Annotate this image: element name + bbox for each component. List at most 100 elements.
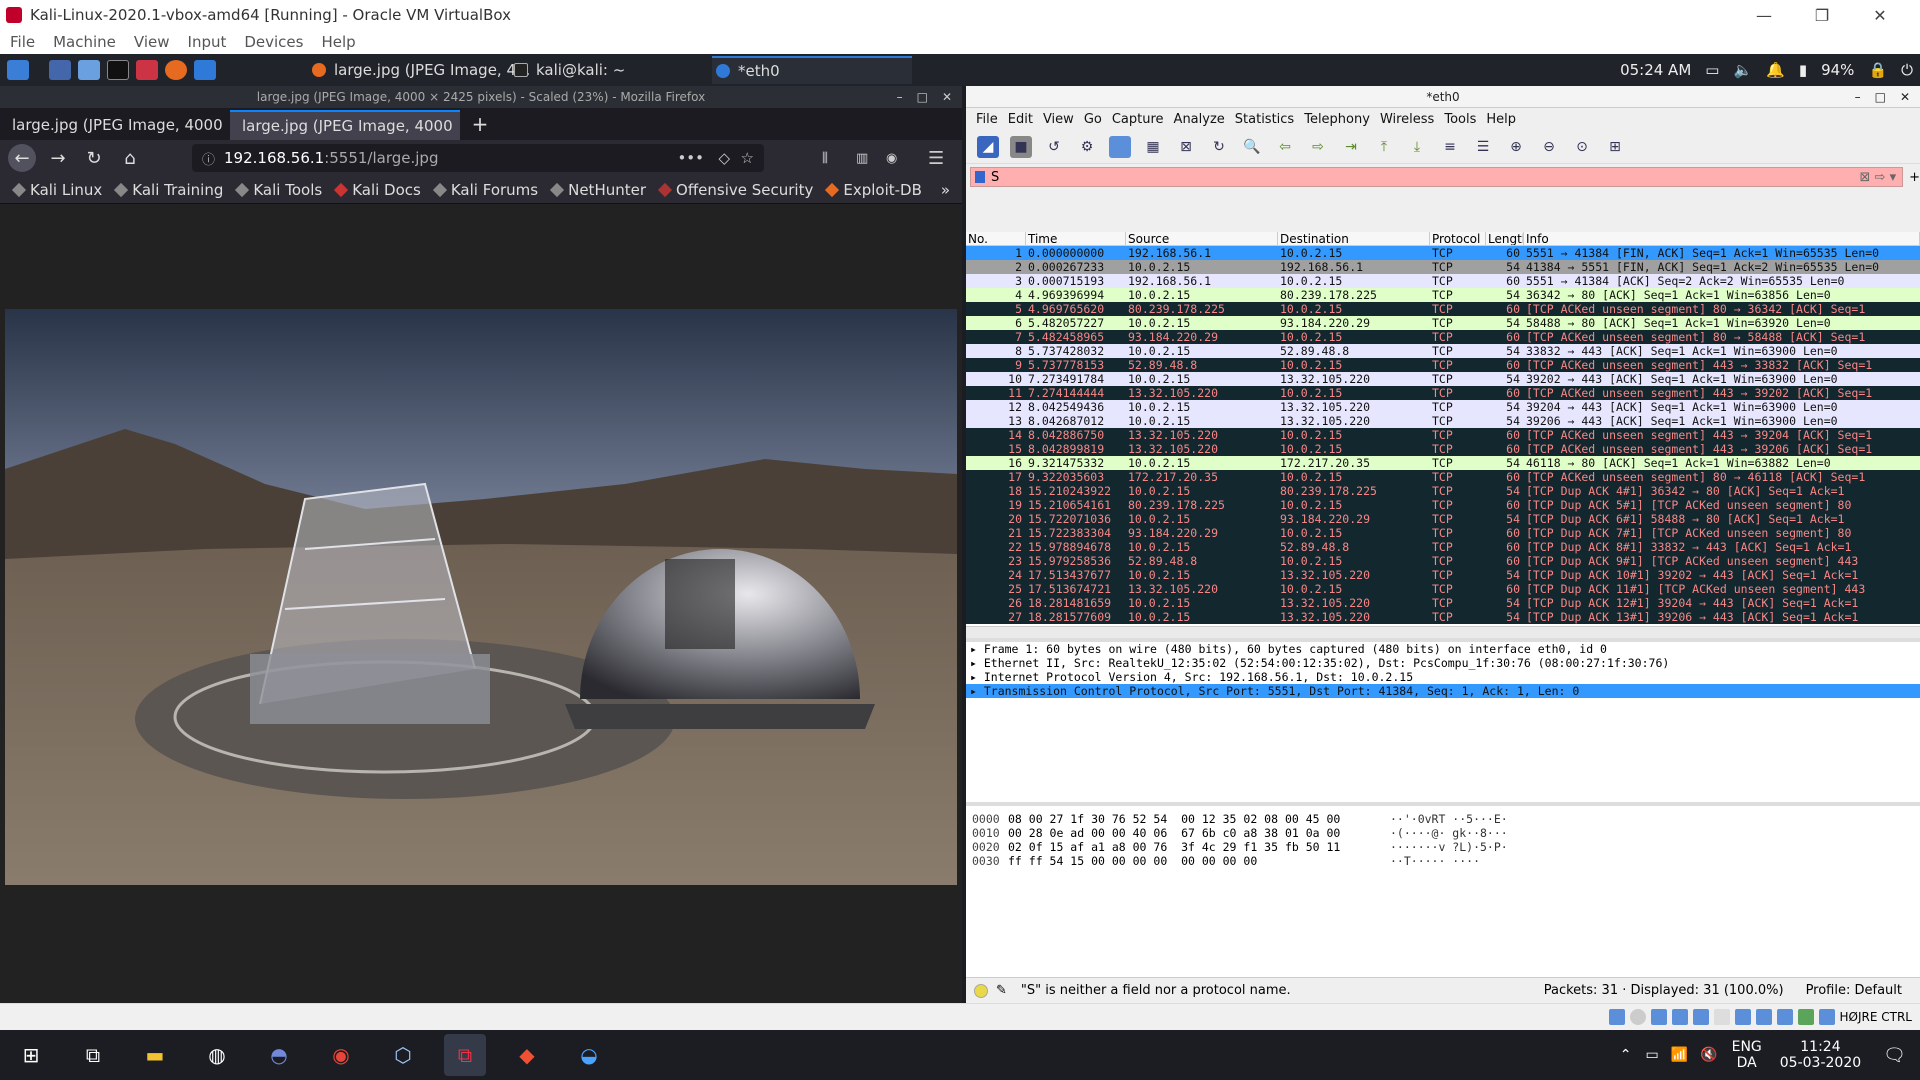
chrome-icon[interactable]: ◉ bbox=[320, 1034, 362, 1076]
file-explorer-icon[interactable]: ▬ bbox=[134, 1034, 176, 1076]
packet-row[interactable]: 12 8.042549436 10.0.2.15 13.32.105.220 TCP 54… bbox=[966, 400, 1920, 414]
menu-file[interactable]: File bbox=[10, 33, 35, 51]
tab-1[interactable]: large.jpg (JPEG Image, 4000✕ bbox=[0, 110, 230, 140]
task-view-icon[interactable]: ⧉ bbox=[72, 1034, 114, 1076]
packet-row[interactable]: 4 4.969396994 10.0.2.15 80.239.178.225 TCP 54… bbox=[966, 288, 1920, 302]
packet-row[interactable]: 1 0.000000000 192.168.56.1 10.0.2.15 TCP 60 55… bbox=[966, 246, 1920, 260]
menu-machine[interactable]: Machine bbox=[53, 33, 116, 51]
packet-row[interactable]: 22 15.978894678 10.0.2.15 52.89.48.8 TCP 60 [T… bbox=[966, 540, 1920, 554]
add-filter-button[interactable]: + bbox=[1909, 170, 1920, 185]
library-icon[interactable]: ⫼ bbox=[822, 151, 828, 166]
normal-size-icon[interactable]: ⊙ bbox=[1571, 136, 1593, 158]
ff-maximize-button[interactable]: □ bbox=[917, 86, 928, 108]
packet-row[interactable]: 8 5.737428032 10.0.2.15 52.89.48.8 TCP 54 3383… bbox=[966, 344, 1920, 358]
profile-label[interactable]: Profile: Default bbox=[1806, 983, 1902, 998]
display-icon[interactable]: ▭ bbox=[1705, 61, 1719, 79]
packet-row[interactable]: 17 9.322035603 172.217.20.35 10.0.2.15 TCP 60… bbox=[966, 470, 1920, 484]
bookmark-kali-tools[interactable]: Kali Tools bbox=[235, 181, 322, 199]
pocket-icon[interactable]: ◇ bbox=[718, 149, 730, 167]
discord-icon[interactable]: ◓ bbox=[258, 1034, 300, 1076]
kali-menu-icon[interactable] bbox=[7, 60, 29, 80]
start-capture-icon[interactable]: ◢ bbox=[977, 135, 999, 158]
tab-2-active[interactable]: large.jpg (JPEG Image, 4000✕ bbox=[230, 110, 460, 140]
bookmark-offensive-security[interactable]: Offensive Security bbox=[657, 181, 813, 199]
task-terminal[interactable]: kali@kali: ~ bbox=[514, 56, 625, 84]
packet-row[interactable]: 9 5.737778153 52.89.48.8 10.0.2.15 TCP 60 [TCP… bbox=[966, 358, 1920, 372]
ws-menu-go[interactable]: Go bbox=[1084, 112, 1102, 127]
resize-columns-icon[interactable]: ⊞ bbox=[1604, 136, 1626, 158]
bookmark-star-icon[interactable]: ☆ bbox=[741, 149, 754, 167]
restore-button[interactable]: ❐ bbox=[1793, 0, 1851, 30]
detail-ip[interactable]: ▸ Internet Protocol Version 4, Src: 192.… bbox=[966, 670, 1920, 684]
find-packet-icon[interactable]: 🔍 bbox=[1241, 136, 1263, 158]
language-indicator[interactable]: ENG DA bbox=[1732, 1039, 1762, 1071]
sidebar-icon[interactable]: ▥ bbox=[856, 151, 868, 166]
terminal-icon[interactable] bbox=[107, 60, 129, 80]
bookmark-exploit-db[interactable]: Exploit-DB bbox=[825, 181, 922, 199]
packet-row[interactable]: 10 7.273491784 10.0.2.15 13.32.105.220 TCP 54… bbox=[966, 372, 1920, 386]
open-file-icon[interactable] bbox=[1109, 135, 1131, 158]
forward-arrow-icon[interactable]: → bbox=[44, 144, 72, 172]
hamburger-menu-icon[interactable]: ☰ bbox=[928, 148, 944, 169]
packet-row[interactable]: 5 4.969765620 80.239.178.225 10.0.2.15 TCP 60… bbox=[966, 302, 1920, 316]
ws-menu-edit[interactable]: Edit bbox=[1008, 112, 1033, 127]
menu-view[interactable]: View bbox=[134, 33, 170, 51]
app-icon[interactable] bbox=[136, 60, 158, 80]
bookmark-kali-linux[interactable]: Kali Linux bbox=[11, 181, 102, 199]
app-taskbar-icon[interactable]: ◒ bbox=[568, 1034, 610, 1076]
desktop-icon[interactable] bbox=[49, 60, 71, 80]
notification-icon[interactable]: 🔔 bbox=[1766, 61, 1785, 79]
clock[interactable]: 05:24 AM bbox=[1620, 61, 1691, 79]
mouse-integration-icon[interactable] bbox=[1797, 1009, 1814, 1025]
minimize-button[interactable]: — bbox=[1735, 0, 1793, 30]
show-hidden-icons[interactable]: ⌃ bbox=[1620, 1047, 1632, 1063]
power-icon[interactable]: ⏻ bbox=[1901, 61, 1913, 79]
info-icon[interactable]: ⓘ bbox=[202, 149, 215, 168]
packet-list-scrollbar[interactable] bbox=[966, 626, 1920, 638]
ws-close-button[interactable]: ✕ bbox=[1900, 86, 1910, 108]
col-no[interactable]: No. bbox=[966, 232, 1026, 245]
optical-icon[interactable] bbox=[1629, 1009, 1646, 1025]
bookmark-kali-forums[interactable]: Kali Forums bbox=[432, 181, 538, 199]
volume-tray-icon[interactable]: 🔇 bbox=[1700, 1047, 1717, 1063]
task-firefox[interactable]: large.jpg (JPEG Image, 4... bbox=[312, 56, 530, 84]
first-packet-icon[interactable]: ⤒ bbox=[1373, 136, 1395, 158]
menu-input[interactable]: Input bbox=[188, 33, 227, 51]
packet-row[interactable]: 16 9.321475332 10.0.2.15 172.217.20.35 TCP 54… bbox=[966, 456, 1920, 470]
ws-menu-telephony[interactable]: Telephony bbox=[1304, 112, 1370, 127]
packet-row[interactable]: 25 17.513674721 13.32.105.220 10.0.2.15 TCP 6… bbox=[966, 582, 1920, 596]
bookmark-kali-docs[interactable]: Kali Docs bbox=[334, 181, 421, 199]
bytes-line[interactable]: 0000 08 00 27 1f 30 76 52 54 00 12 35 02 … bbox=[966, 812, 1920, 826]
last-packet-icon[interactable]: ⤓ bbox=[1406, 136, 1428, 158]
zoom-in-icon[interactable]: ⊕ bbox=[1505, 136, 1527, 158]
back-arrow-icon[interactable]: ← bbox=[8, 144, 36, 172]
packet-row[interactable]: 20 15.722071036 10.0.2.15 93.184.220.29 TCP 5… bbox=[966, 512, 1920, 526]
detail-tcp[interactable]: ▸ Transmission Control Protocol, Src Por… bbox=[966, 684, 1920, 698]
shared-folders-icon[interactable] bbox=[1713, 1009, 1730, 1025]
steam-icon[interactable]: ◍ bbox=[196, 1034, 238, 1076]
reload-file-icon[interactable]: ↻ bbox=[1208, 136, 1230, 158]
ws-menu-tools[interactable]: Tools bbox=[1444, 112, 1476, 127]
hdd-icon[interactable] bbox=[1608, 1009, 1625, 1025]
go-back-icon[interactable]: ⇦ bbox=[1274, 136, 1296, 158]
keyboard-icon[interactable] bbox=[1818, 1009, 1835, 1025]
vt-x-icon[interactable] bbox=[1776, 1009, 1793, 1025]
col-destination[interactable]: Destination bbox=[1278, 232, 1430, 245]
vbox-taskbar-icon[interactable]: ⧉ bbox=[444, 1034, 486, 1076]
close-button[interactable]: ✕ bbox=[1851, 0, 1909, 30]
battery-icon[interactable]: ▮ bbox=[1799, 61, 1807, 79]
taskbar-clock[interactable]: 11:24 05-03-2020 bbox=[1780, 1039, 1861, 1071]
packet-row[interactable]: 15 8.042899819 13.32.105.220 10.0.2.15 TCP 60… bbox=[966, 442, 1920, 456]
menu-help[interactable]: Help bbox=[321, 33, 355, 51]
ws-menu-view[interactable]: View bbox=[1043, 112, 1074, 127]
go-to-packet-icon[interactable]: ⇥ bbox=[1340, 136, 1362, 158]
ws-minimize-button[interactable]: – bbox=[1855, 86, 1861, 108]
detail-ethernet[interactable]: ▸ Ethernet II, Src: RealtekU_12:35:02 (5… bbox=[966, 656, 1920, 670]
bytes-line[interactable]: 0030 ff ff 54 15 00 00 00 00 00 00 00 00 ·… bbox=[966, 854, 1920, 868]
windows-start-icon[interactable]: ⊞ bbox=[10, 1034, 52, 1076]
usb-icon[interactable] bbox=[1692, 1009, 1709, 1025]
packet-row[interactable]: 27 18.281577609 10.0.2.15 13.32.105.220 TCP 5… bbox=[966, 610, 1920, 624]
restart-capture-icon[interactable]: ↺ bbox=[1043, 136, 1065, 158]
reload-icon[interactable]: ↻ bbox=[80, 144, 108, 172]
packet-row[interactable]: 23 15.979258536 52.89.48.8 10.0.2.15 TCP 60 [T… bbox=[966, 554, 1920, 568]
